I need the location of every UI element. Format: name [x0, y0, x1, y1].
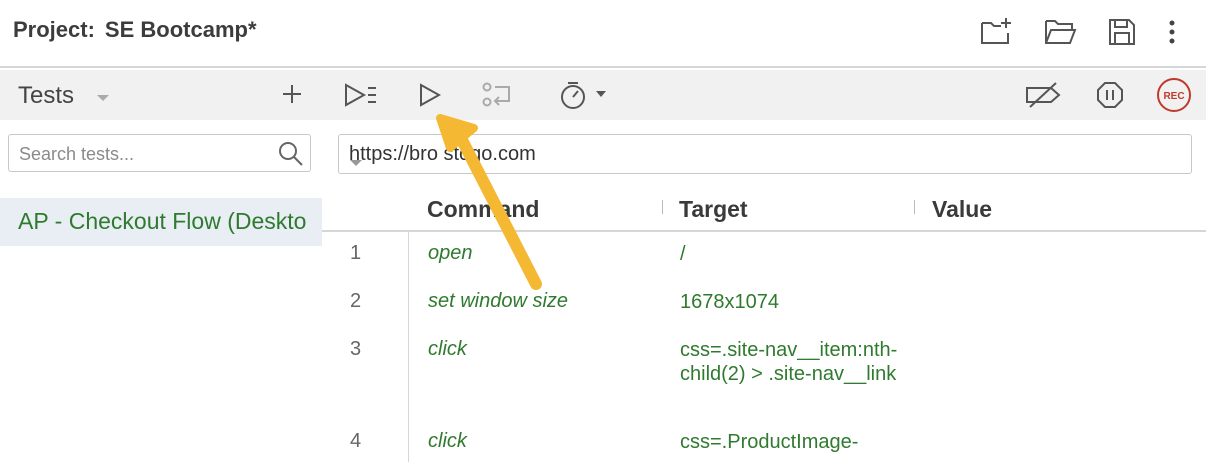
column-divider[interactable] — [662, 200, 663, 214]
add-test-button[interactable] — [278, 80, 306, 108]
row-command: set window size — [428, 290, 569, 312]
speed-timer-icon[interactable] — [560, 79, 610, 111]
record-label: REC — [1163, 91, 1184, 102]
row-target: css=.ProductImage- — [680, 431, 859, 453]
row-number: 4 — [350, 430, 362, 452]
chevron-down-icon[interactable] — [349, 151, 1177, 174]
tests-panel: Tests AP - Checkout Flow (Deskto — [0, 70, 322, 462]
tests-header: Tests — [0, 70, 322, 120]
editor-panel: REC https://bro stogo.com Command Target… — [322, 70, 1206, 462]
row-command: click — [428, 430, 467, 452]
chevron-down-icon[interactable] — [96, 90, 110, 104]
column-header-command: Command — [427, 196, 540, 222]
row-number: 3 — [350, 338, 362, 360]
row-target: 1678x1074 — [680, 291, 779, 313]
project-label: Project: — [13, 17, 95, 42]
row-target: css=.site-nav__item:nth-child(2) > .site… — [680, 339, 898, 385]
run-icon[interactable] — [418, 79, 442, 111]
more-vertical-icon[interactable] — [1154, 14, 1190, 50]
search-input[interactable] — [19, 142, 269, 166]
row-number-divider — [408, 232, 409, 462]
open-folder-icon[interactable] — [1042, 14, 1078, 50]
project-title: Project: SE Bootcamp* — [13, 17, 257, 43]
step-icon — [482, 79, 514, 111]
row-command: click — [428, 338, 467, 360]
command-table-header: Command Target Value — [322, 190, 1206, 232]
row-number: 1 — [350, 242, 362, 264]
test-list-item[interactable]: AP - Checkout Flow (Deskto — [0, 198, 322, 246]
command-table-body: 1 open / 2 set window size 1678x1074 3 c… — [322, 232, 1206, 462]
pause-icon[interactable] — [1096, 79, 1124, 111]
row-target: / — [680, 243, 686, 265]
row-number: 2 — [350, 290, 362, 312]
column-divider[interactable] — [914, 200, 915, 214]
test-item-label: AP - Checkout Flow (Deskto — [18, 208, 307, 234]
toolbar: REC — [322, 70, 1206, 120]
search-icon — [278, 141, 304, 167]
new-project-icon[interactable] — [978, 14, 1014, 50]
disable-breakpoints-icon[interactable] — [1024, 79, 1062, 111]
base-url-field[interactable]: https://bro stogo.com — [338, 134, 1192, 174]
record-icon[interactable]: REC — [1156, 78, 1192, 112]
column-header-target: Target — [679, 196, 748, 222]
column-header-value: Value — [932, 196, 993, 222]
app-header: Project: SE Bootcamp* — [0, 0, 1206, 68]
run-all-icon[interactable] — [344, 79, 378, 111]
search-tests[interactable] — [8, 134, 311, 172]
project-name[interactable]: SE Bootcamp* — [105, 17, 257, 42]
row-command: open — [428, 242, 473, 264]
tests-title[interactable]: Tests — [18, 82, 74, 110]
save-icon[interactable] — [1104, 14, 1140, 50]
